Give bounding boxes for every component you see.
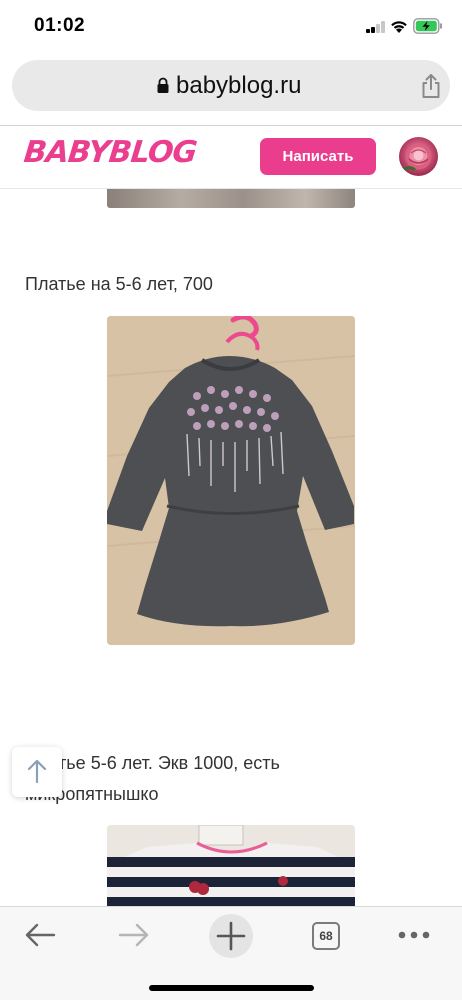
write-button[interactable]: Написать: [260, 138, 376, 175]
signal-icon: [366, 21, 386, 33]
more-icon[interactable]: [397, 929, 431, 941]
lock-icon: [157, 77, 169, 93]
tabs-button[interactable]: 68: [312, 922, 340, 950]
site-header: BABYBLOG Написать: [0, 126, 462, 188]
back-to-top-icon: [27, 759, 47, 784]
browser-toolbar: 68: [0, 906, 462, 1000]
grey-dress-image: [107, 316, 355, 645]
post-caption: Платье 5-6 лет. Экв 1000, есть микропятн…: [25, 753, 280, 804]
share-icon[interactable]: [420, 73, 442, 99]
avatar[interactable]: [399, 137, 438, 176]
dress-photo[interactable]: [107, 316, 355, 645]
wifi-icon: [391, 21, 407, 33]
post-content: Платье на 5-6 лет, 700 Платье 5-6 лет. Э…: [0, 189, 462, 906]
back-to-top-button[interactable]: [12, 747, 62, 797]
home-indicator: [149, 985, 314, 991]
screen: 01:02 babyblog.ru BABYBLOG Написать Плат…: [0, 0, 462, 1000]
status-time: 01:02: [34, 15, 86, 36]
site-logo[interactable]: BABYBLOG: [22, 135, 198, 170]
url-text[interactable]: babyblog.ru: [176, 72, 301, 100]
address-bar[interactable]: babyblog.ru: [12, 60, 450, 111]
status-bar: 01:02: [0, 0, 462, 54]
rose-avatar-image: [401, 143, 432, 173]
new-tab-button[interactable]: [209, 914, 253, 958]
striped-dress-image: [107, 825, 355, 906]
plus-icon: [216, 921, 246, 951]
post-caption: Платье на 5-6 лет, 700: [25, 274, 213, 294]
dress-photo[interactable]: [107, 825, 355, 906]
battery-icon: [413, 18, 442, 34]
back-arrow-icon[interactable]: [24, 922, 56, 948]
previous-photo[interactable]: [107, 189, 355, 208]
forward-arrow-icon[interactable]: [118, 922, 150, 948]
